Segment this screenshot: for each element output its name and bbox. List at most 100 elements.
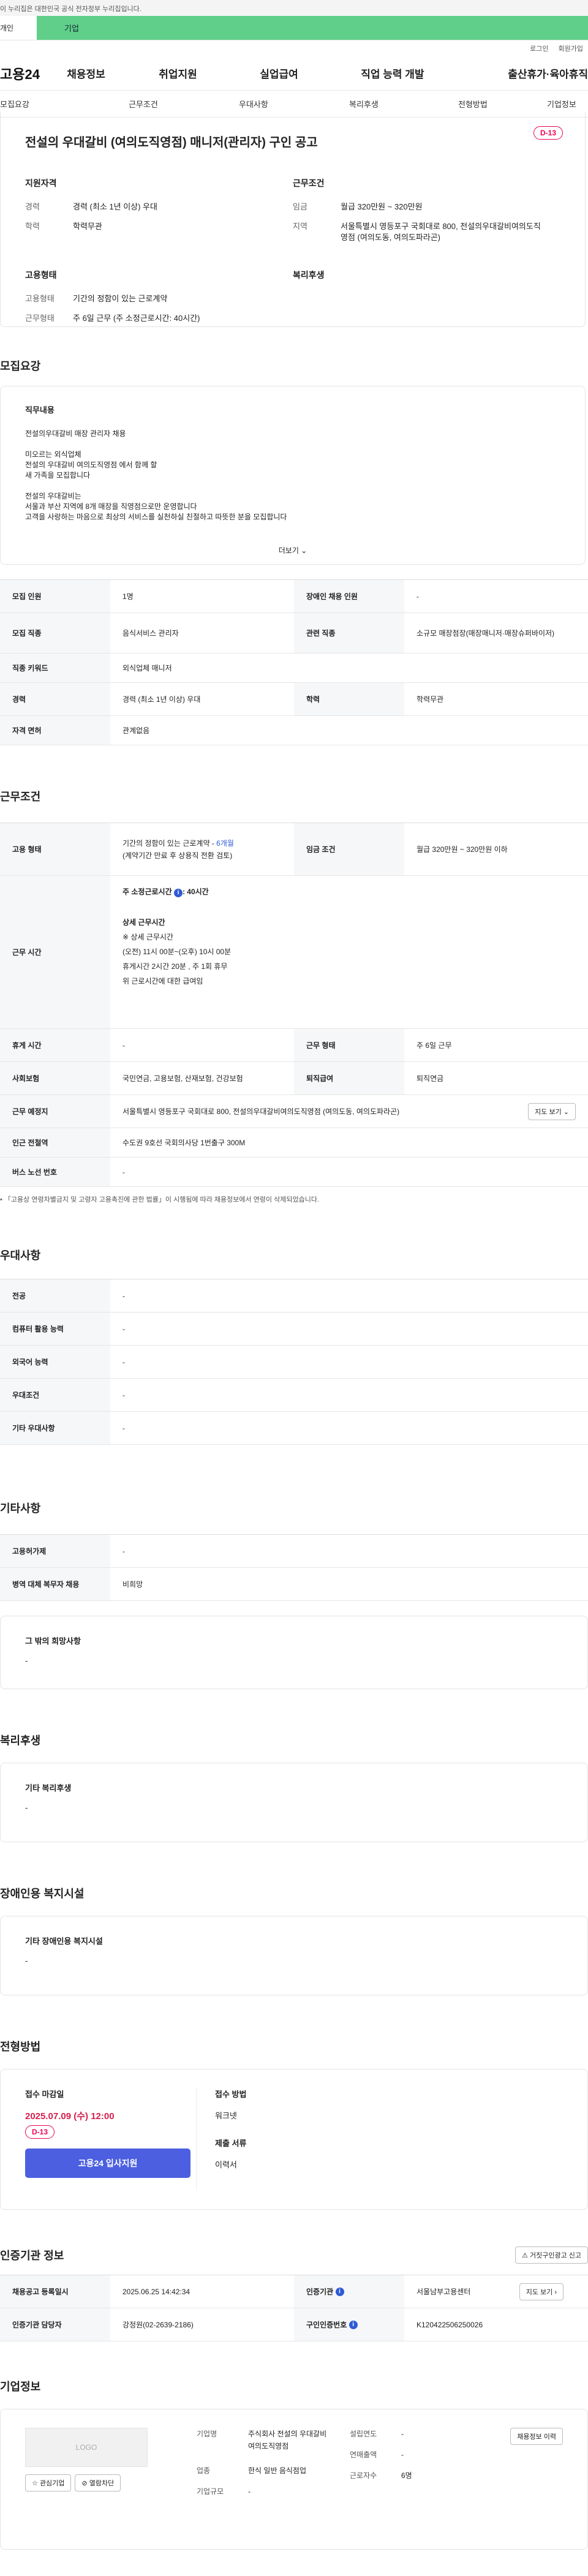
value: - [401,2450,404,2459]
gnb-item-unemployment-benefit[interactable]: 실업급여 [260,66,361,81]
value: 월급 320만원 ~ 320만원 이하 [417,845,508,854]
value: 비희망 [123,1580,143,1589]
report-fake-ad-button[interactable]: ⚠ 거짓구인광고 신고 [515,2246,588,2264]
label: 구인인증번호 i [294,2308,404,2341]
job-history-button[interactable]: 채용정보 이력 [510,2428,563,2445]
label: 외국어 능력 [0,1346,110,1378]
label: 인근 전철역 [0,1128,110,1157]
box-heading: 기타 장애인용 복지시설 [25,1937,103,1946]
favorite-company-button[interactable]: ☆ 관심기업 [25,2474,72,2491]
label: 임금 [293,202,307,211]
star-icon: ☆ [32,2480,38,2487]
tab-preferences[interactable]: 우대사항 [239,98,349,110]
job-summary-card: 전설의 우대갈비 (여의도직영점) 매니저(관리자) 구인 공고 D-13 지원… [0,111,586,327]
label: 자격 면허 [0,716,110,745]
process-heading: 전형방법 [0,2041,41,2053]
info-icon[interactable]: i [349,2320,358,2329]
block-company-button[interactable]: ⊘ 열람차단 [75,2474,121,2491]
more-button[interactable]: 더보기 ⌄ [25,545,560,555]
label: 업종 [197,2466,211,2475]
label: 관련 직종 [294,613,404,653]
value: - [123,1546,125,1556]
qualification-heading: 지원자격 [25,178,57,188]
value: K120422506250026 [417,2320,483,2329]
apply-button[interactable]: 고용24 입사지원 [25,2149,190,2178]
signup-link[interactable]: 회원가입 [559,43,583,53]
value: - [123,1357,125,1366]
info-icon[interactable]: i [173,889,183,897]
job-content-text: 전설의우대갈비 매장 관리자 채용 미오르는 외식업체 전설의 우대갈비 여의도직… [25,429,560,539]
value: 학력무관 [417,695,444,704]
job-content-line: 서울과 부산 지역에 8개 매장을 직영점으로만 운영합니다 [25,502,197,511]
label: 경력 [0,683,110,715]
job-content-line: 전설의 우대갈비 여의도직영점 에서 함께 할 [25,461,157,469]
label: 근로자수 [350,2471,377,2480]
value: 주 6일 근무 (주 소정근로시간: 40시간) [73,314,200,323]
value: - [123,1291,125,1300]
label: 휴게 시간 [0,1029,110,1061]
recruit-table: 모집 인원 1명 장애인 채용 인원 - 모집 직종 음식서비스 관리자 관련 … [0,579,588,745]
gnb-item-vocational-training[interactable]: 직업 능력 개발 [361,66,508,81]
value-note: (계약기간 만료 후 상용직 전환 검토) [123,851,233,860]
job-content-line: 고객을 사랑하는 마음으로 최상의 서비스를 실천하실 친절하고 따뜻한 분을 … [25,513,287,521]
value: - [25,1803,28,1812]
etc-table: 고용허가제 - 병역 대체 복무자 채용 비희망 [0,1534,588,1601]
chevron-down-icon: ⌄ [563,1108,569,1116]
value: 경력 (최소 1년 이상) 우대 [73,202,157,211]
hours-detail-heading: 상세 근무시간 [123,918,165,927]
job-content-line: 새 가족을 모집합니다 [25,471,91,480]
value: - [25,1956,28,1965]
gov-banner: 이 누리집은 대한민국 공식 전자정부 누리집입니다. [0,0,588,16]
value: - [401,2430,404,2438]
value: - [123,1324,125,1333]
gnb-item-employment-support[interactable]: 취업지원 [159,66,260,81]
tab-process[interactable]: 전형방법 [458,98,547,110]
chevron-right-icon: › [554,2288,557,2296]
company-box: LOGO ☆ 관심기업 ⊘ 열람차단 기업명 주식회사 전설의 우대갈비 여의도직… [0,2409,588,2550]
personal-tab[interactable]: 개인 [0,16,37,40]
value: (오전) 11시 00분~(오후) 10시 00분 [123,947,232,956]
value: 한식 일반 음식점업 [248,2466,306,2475]
label: 고용 형태 [0,823,110,875]
value: 2025.06.25 14:42:34 [123,2287,190,2296]
value: 퇴직연금 [417,1074,444,1083]
welfare-section-heading: 복리후생 [0,1734,41,1747]
job-content-line: 전설의 우대갈비는 [25,492,81,500]
value: 월급 320만원 ~ 320만원 [341,202,423,211]
gnb-item-jobs[interactable]: 채용정보 [67,66,159,81]
employment-heading: 고용형태 [25,270,57,280]
tab-recruit[interactable]: 모집요강 [0,98,129,110]
value: ※ 상세 근무시간 [123,933,173,941]
label: 학력 [25,222,40,231]
value: 워크넷 [215,2111,237,2120]
block-icon: ⊘ [81,2480,88,2487]
business-tab[interactable]: 기업 [37,16,588,40]
deadline-heading: 접수 마감일 [25,2090,64,2099]
login-link[interactable]: 로그인 [530,43,548,53]
value: - [123,1423,125,1433]
map-button[interactable]: 지도 보기 ⌄ [528,1102,576,1120]
chevron-down-icon: ⌄ [301,546,307,555]
job-content-line: 전설의우대갈비 매장 관리자 채용 [25,429,126,438]
label: 기타 우대사항 [0,1412,110,1444]
deadline-value: 2025.07.09 (수) 12:00 [25,2111,115,2122]
site-logo[interactable]: 고용24 [0,64,67,83]
tab-company[interactable]: 기업정보 [547,98,576,110]
value: - [123,1041,125,1050]
label: 장애인 채용 인원 [294,580,404,612]
tab-work-conditions[interactable]: 근무조건 [129,98,239,110]
value: 위 근로시간에 대한 급여임 [123,977,203,985]
welfare-box: 기타 복리후생 - [0,1763,588,1842]
value: - [248,2487,251,2496]
gnb-item-parental-leave[interactable]: 출산휴가·육아휴직 [508,66,588,81]
job-title: 전설의 우대갈비 (여의도직영점) 매니저(관리자) 구인 공고 [25,136,318,149]
info-icon[interactable]: i [335,2287,344,2296]
tab-welfare[interactable]: 복리후생 [349,98,458,110]
job-content-box: 직무내용 전설의우대갈비 매장 관리자 채용 미오르는 외식업체 전설의 우대갈비… [0,386,586,565]
label: 고용허가제 [0,1535,110,1567]
label: 직종 키워드 [0,653,110,682]
map-button[interactable]: 지도 보기 › [519,2283,564,2300]
value: 휴게시간 2시간 20분 , 주 1회 휴무 [123,962,228,971]
value: - [417,592,419,601]
preferences-table: 전공 - 컴퓨터 활용 능력 - 외국어 능력 - 우대조건 - 기타 우대사항 - [0,1279,588,1445]
